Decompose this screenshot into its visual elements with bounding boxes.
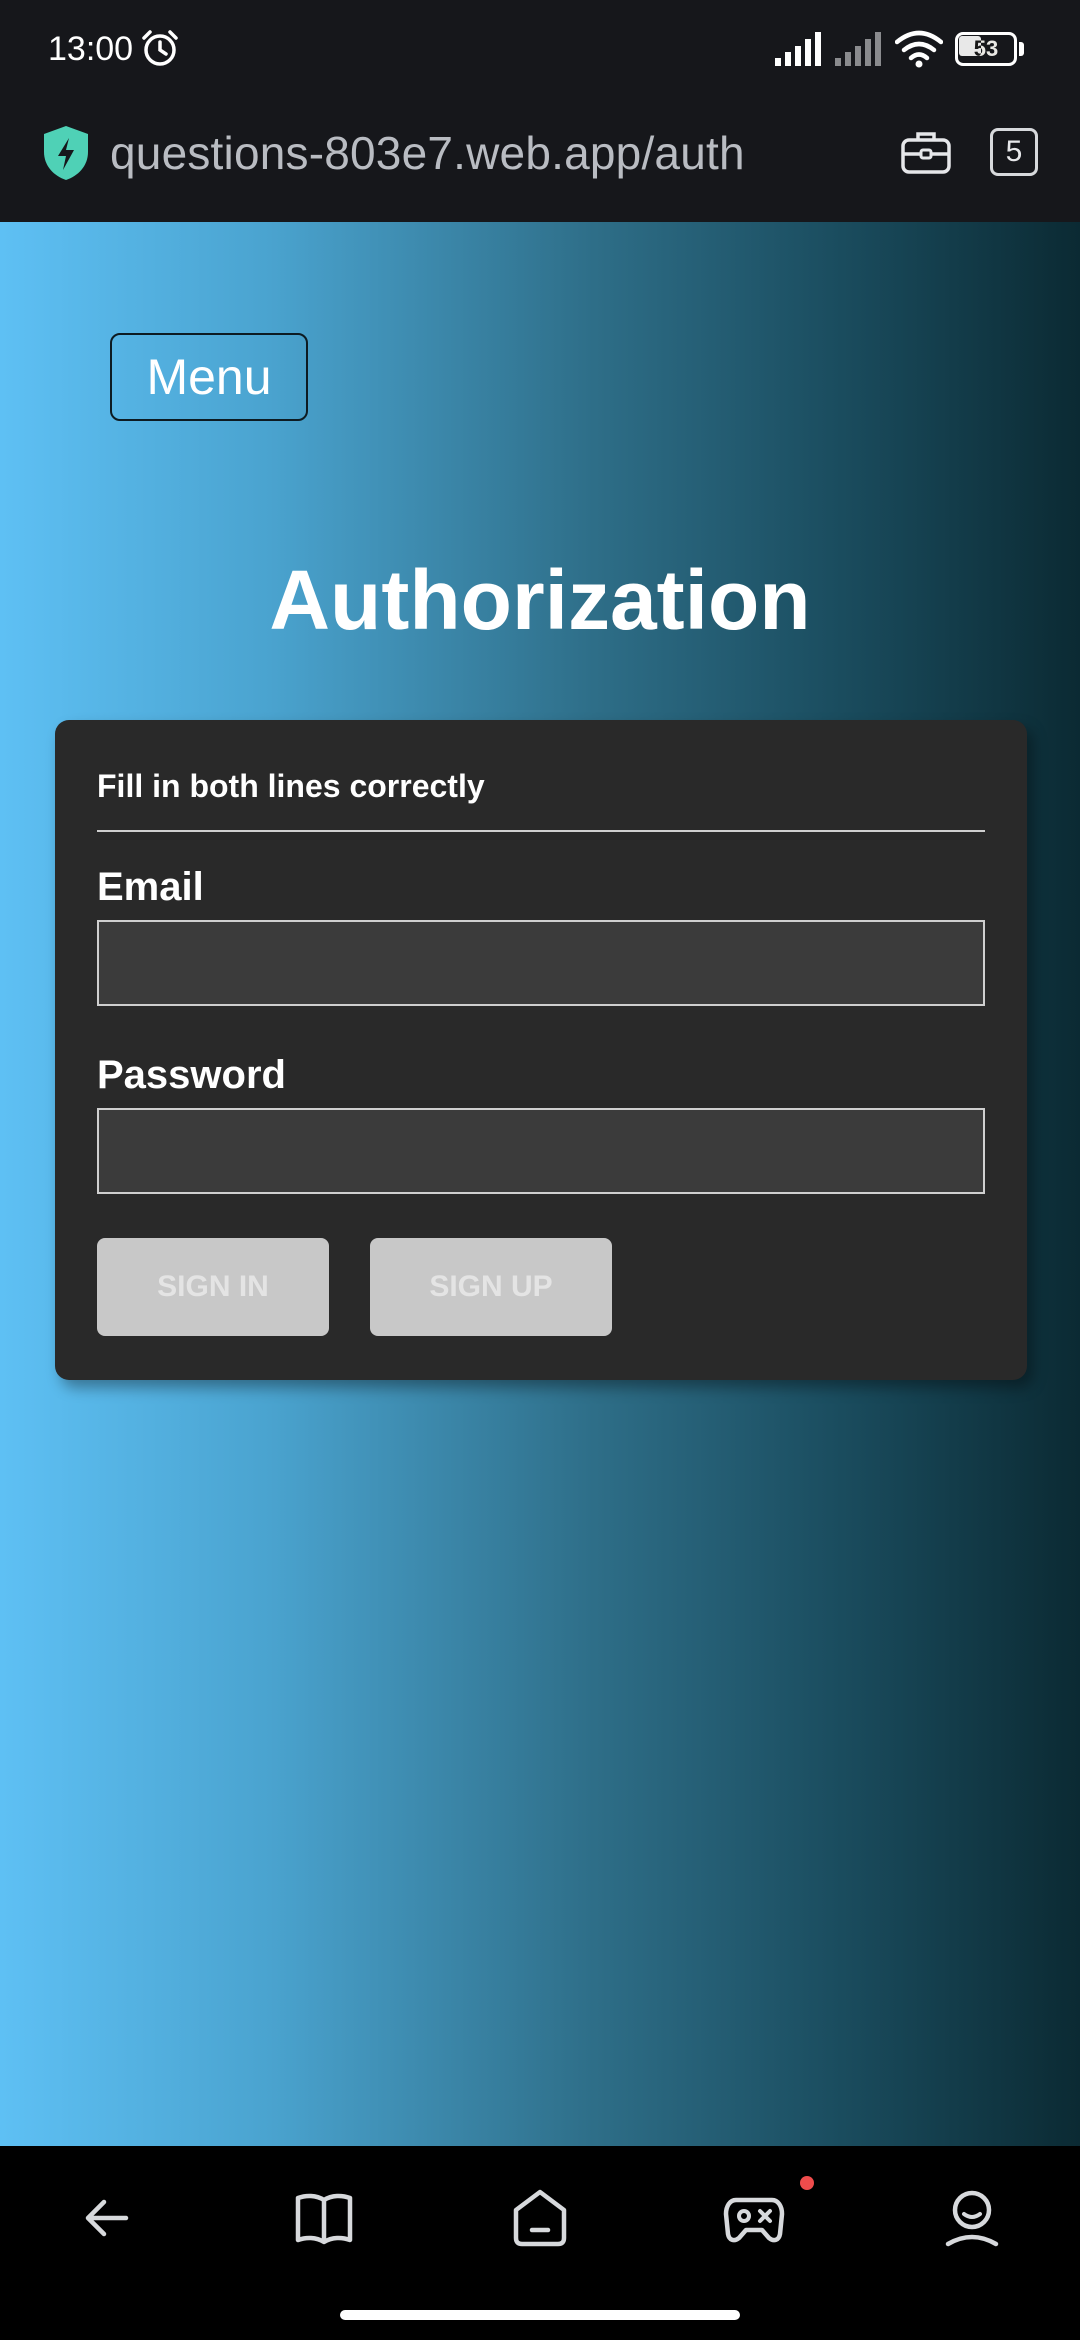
gamepad-icon[interactable]: [722, 2186, 786, 2250]
url-text[interactable]: questions-803e7.web.app/auth: [110, 126, 745, 180]
signal-icon: [775, 32, 821, 66]
book-icon[interactable]: [292, 2186, 356, 2250]
email-label: Email: [97, 865, 204, 909]
auth-card: Fill in both lines correctly Email Passw…: [55, 720, 1027, 1380]
battery-level: 53: [973, 36, 999, 61]
profile-icon[interactable]: [940, 2186, 1004, 2250]
menu-button[interactable]: Menu: [110, 333, 308, 421]
wifi-icon: [895, 30, 943, 68]
home-icon[interactable]: [508, 2186, 572, 2250]
shield-icon[interactable]: [40, 124, 92, 182]
password-field[interactable]: [97, 1108, 985, 1194]
password-label: Password: [97, 1053, 286, 1097]
email-field[interactable]: [97, 920, 985, 1006]
address-bar[interactable]: questions-803e7.web.app/auth 5: [0, 100, 1080, 222]
page-content: Menu Authorization Fill in both lines co…: [0, 222, 1080, 2146]
sign-up-button[interactable]: SIGN UP: [370, 1238, 612, 1336]
sign-in-button[interactable]: SIGN IN: [97, 1238, 329, 1336]
alarm-icon: [142, 30, 178, 66]
bottom-nav: [0, 2146, 1080, 2340]
battery-icon: 53: [955, 32, 1025, 66]
divider: [97, 830, 985, 832]
notification-dot: [800, 2176, 814, 2190]
status-bar: 13:00 53: [0, 0, 1080, 100]
back-arrow-icon[interactable]: [76, 2186, 140, 2250]
page-title: Authorization: [269, 553, 811, 647]
toolbox-icon[interactable]: [900, 128, 952, 176]
tabs-button[interactable]: 5: [990, 128, 1038, 176]
status-time: 13:00: [48, 30, 134, 68]
form-subtitle: Fill in both lines correctly: [97, 768, 485, 804]
home-indicator[interactable]: [340, 2310, 740, 2320]
signal-icon: [835, 32, 881, 66]
